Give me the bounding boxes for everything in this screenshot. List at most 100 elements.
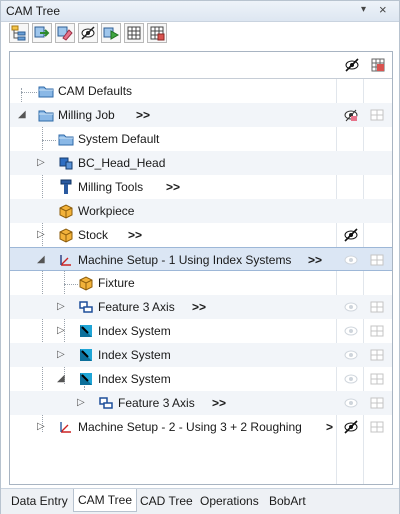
dropdown-arrow-icon[interactable]: ▾: [361, 4, 366, 15]
index-system-icon: [80, 325, 92, 337]
axes-icon: [60, 255, 71, 266]
tree-item-workpiece[interactable]: Workpiece: [10, 199, 392, 223]
more-indicator[interactable]: >>: [212, 396, 226, 410]
visibility-off-icon[interactable]: [343, 227, 359, 243]
erase-icon: [57, 26, 73, 41]
tree-item-label: BC_Head_Head: [78, 156, 166, 170]
tree-item-label: Fixture: [98, 276, 135, 290]
fixture-box-icon: [79, 276, 93, 291]
more-indicator[interactable]: >>: [192, 300, 206, 314]
collapse-arrow-icon[interactable]: ◢: [57, 373, 65, 384]
tab-cam-tree[interactable]: CAM Tree: [73, 489, 138, 512]
collapse-arrow-icon[interactable]: ◢: [37, 254, 45, 265]
display-grid-icon[interactable]: [370, 57, 386, 76]
tree-item-bc-head-head[interactable]: ▷ BC_Head_Head: [10, 151, 392, 175]
visibility-off-icon[interactable]: [343, 419, 359, 435]
sheet-icon: [150, 26, 165, 41]
cam-tree-panel: CAM Tree ▾ × CAM Defaults ◢ Milling Job …: [0, 0, 400, 514]
expand-arrow-icon[interactable]: ▷: [37, 157, 45, 168]
tree-item-machine-setup-1[interactable]: ◢ Machine Setup - 1 Using Index Systems …: [10, 247, 392, 271]
tree-item-label: System Default: [78, 132, 160, 146]
index-system-icon: [80, 373, 92, 385]
display-grid-icon[interactable]: [369, 419, 385, 435]
tree-item-label: Index System: [98, 372, 171, 386]
import-icon: [34, 26, 50, 38]
display-grid-icon[interactable]: [369, 299, 385, 315]
tree-item-cam-defaults[interactable]: CAM Defaults: [10, 79, 392, 103]
visibility-partial-icon[interactable]: [343, 107, 359, 123]
tree-item-label: Workpiece: [78, 204, 135, 218]
machine-icon: [59, 157, 73, 170]
tree-item-label: Stock: [78, 228, 109, 242]
tab-bobart[interactable]: BobArt: [265, 492, 310, 511]
visibility-icon[interactable]: [343, 299, 359, 315]
display-grid-icon[interactable]: [369, 395, 385, 411]
run-icon: [103, 27, 119, 40]
tree-item-index-system[interactable]: ▷ Index System: [10, 343, 392, 367]
tree-item-milling-job[interactable]: ◢ Milling Job >>: [10, 103, 392, 127]
more-indicator[interactable]: >>: [166, 180, 180, 194]
tree-item-label: Index System: [98, 348, 171, 362]
run-button[interactable]: [101, 23, 121, 43]
tree-item-label: Feature 3 Axis: [98, 300, 175, 314]
visibility-icon[interactable]: [343, 395, 359, 411]
title-bar: CAM Tree ▾ ×: [1, 1, 399, 22]
expand-arrow-icon[interactable]: ▷: [37, 421, 45, 432]
tree-item-milling-tools[interactable]: Milling Tools >>: [10, 175, 392, 199]
sheet-button[interactable]: [147, 23, 167, 43]
stock-box-icon: [59, 228, 73, 243]
tree-item-feature-3-axis[interactable]: ▷ Feature 3 Axis >>: [10, 391, 392, 415]
more-indicator[interactable]: >>: [308, 253, 322, 267]
display-grid-icon[interactable]: [369, 371, 385, 387]
tab-data-entry[interactable]: Data Entry: [7, 492, 72, 511]
more-indicator[interactable]: >: [326, 420, 333, 434]
new-tree-icon: [11, 25, 26, 41]
hide-button[interactable]: [78, 23, 98, 43]
tree-item-index-system[interactable]: ▷ Index System: [10, 319, 392, 343]
expand-arrow-icon[interactable]: ▷: [77, 397, 85, 408]
expand-arrow-icon[interactable]: ▷: [37, 229, 45, 240]
new-tree-button[interactable]: [9, 23, 29, 43]
expand-arrow-icon[interactable]: ▷: [57, 325, 65, 336]
expand-arrow-icon[interactable]: ▷: [57, 349, 65, 360]
folder-icon: [38, 110, 54, 122]
tree-item-feature-3-axis[interactable]: ▷ Feature 3 Axis >>: [10, 295, 392, 319]
visibility-icon[interactable]: [343, 347, 359, 363]
expand-arrow-icon[interactable]: ▷: [57, 301, 65, 312]
folder-icon: [58, 134, 74, 146]
visibility-off-icon[interactable]: [344, 57, 360, 76]
index-system-icon: [80, 349, 92, 361]
tree-item-machine-setup-2[interactable]: ▷ Machine Setup - 2 - Using 3 + 2 Roughi…: [10, 415, 392, 439]
tab-operations[interactable]: Operations: [196, 492, 263, 511]
close-icon[interactable]: ×: [379, 2, 387, 17]
more-indicator[interactable]: >>: [128, 228, 142, 242]
workpiece-box-icon: [59, 204, 73, 219]
more-indicator[interactable]: >>: [136, 108, 150, 122]
tree-item-index-system[interactable]: ◢ Index System: [10, 367, 392, 391]
hide-icon: [81, 26, 95, 40]
collapse-arrow-icon[interactable]: ◢: [18, 109, 26, 120]
display-grid-icon[interactable]: [369, 252, 385, 268]
cam-tree: CAM Defaults ◢ Milling Job >> System Def…: [9, 51, 393, 485]
tree-item-fixture[interactable]: Fixture: [10, 271, 392, 295]
display-grid-icon[interactable]: [369, 323, 385, 339]
visibility-icon[interactable]: [343, 252, 359, 268]
tree-item-label: Milling Job: [58, 108, 115, 122]
feature-icon: [79, 301, 93, 313]
tree-item-label: Feature 3 Axis: [118, 396, 195, 410]
visibility-icon[interactable]: [343, 371, 359, 387]
axes-icon: [60, 422, 71, 433]
display-grid-icon[interactable]: [369, 347, 385, 363]
import-button[interactable]: [32, 23, 52, 43]
tree-item-stock[interactable]: ▷ Stock >>: [10, 223, 392, 247]
visibility-icon[interactable]: [343, 323, 359, 339]
tab-cad-tree[interactable]: CAD Tree: [136, 492, 197, 511]
folder-icon: [38, 86, 54, 98]
tree-item-label: Machine Setup - 1 Using Index Systems: [78, 253, 292, 267]
bottom-tab-strip: Data Entry CAM Tree CAD Tree Operations …: [1, 488, 399, 514]
tool-icon: [60, 179, 72, 194]
erase-button[interactable]: [55, 23, 75, 43]
grid-button[interactable]: [124, 23, 144, 43]
display-grid-icon[interactable]: [369, 107, 385, 123]
tree-item-system-default[interactable]: System Default: [10, 127, 392, 151]
